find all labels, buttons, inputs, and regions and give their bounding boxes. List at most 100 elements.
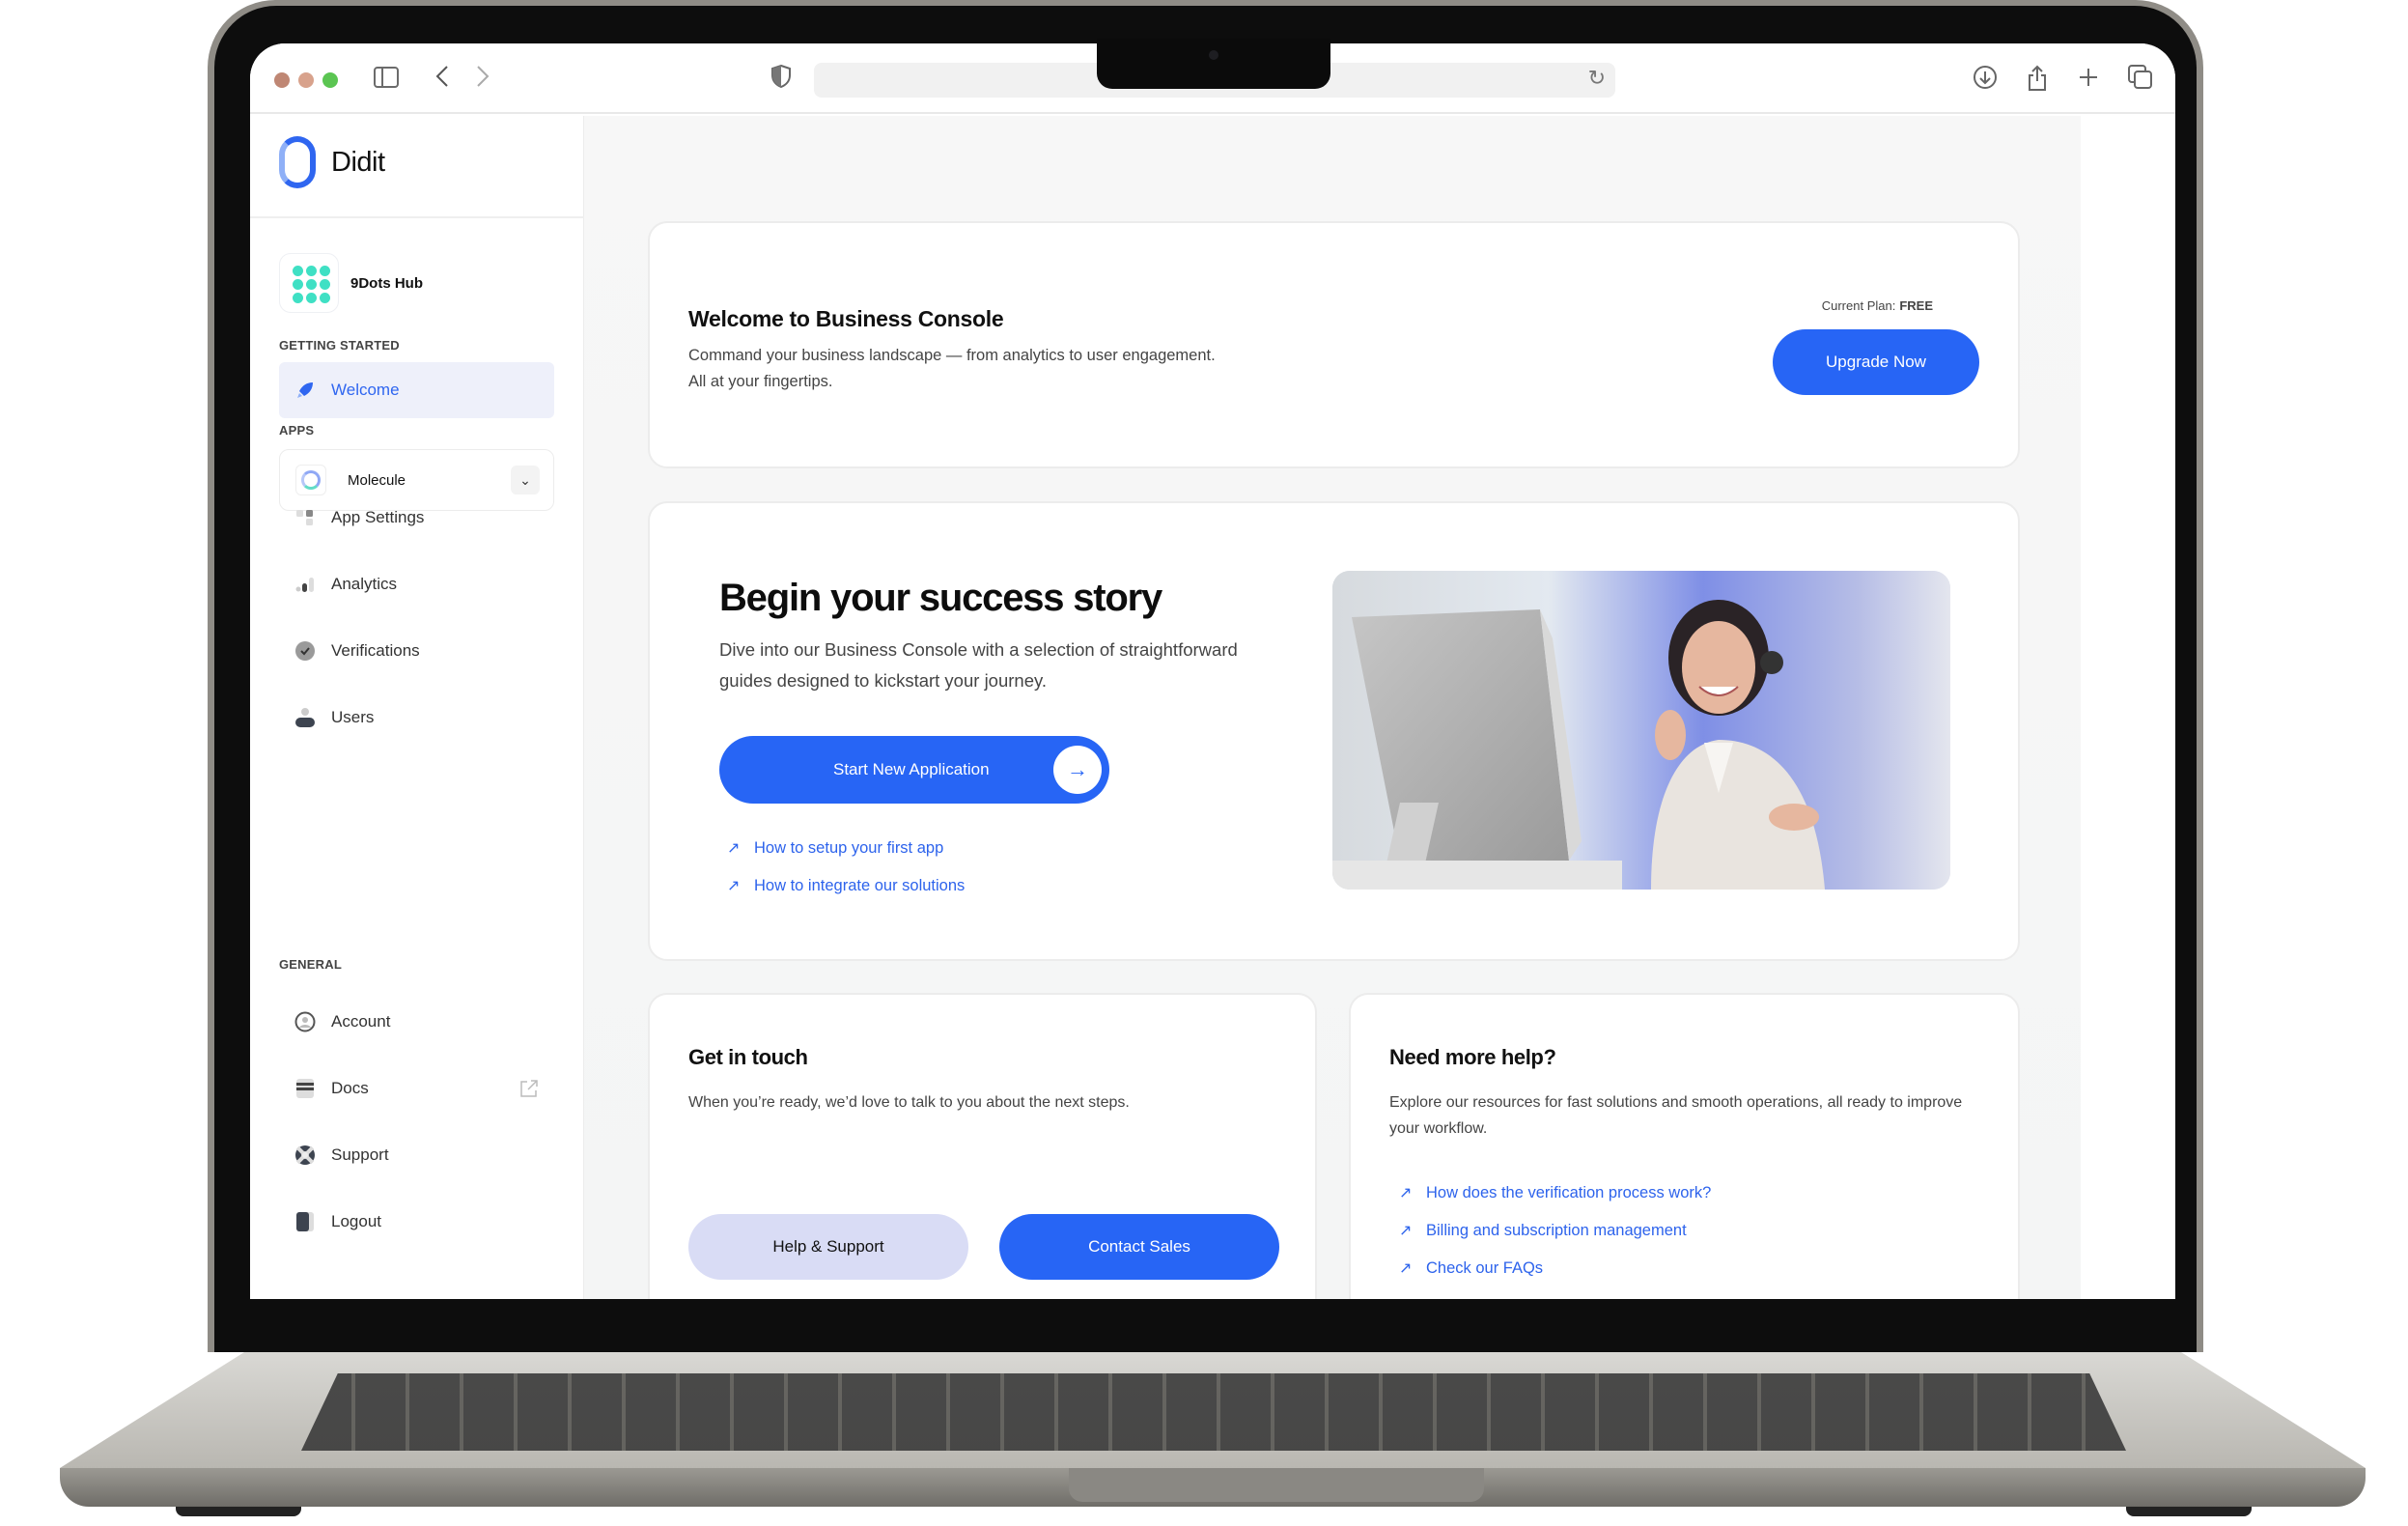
support-agent-illustration	[1332, 571, 1950, 890]
section-label-general: GENERAL	[279, 957, 342, 972]
success-description: Dive into our Business Console with a se…	[719, 639, 1238, 691]
downloads-icon[interactable]	[1973, 65, 1998, 96]
sidebar-item-users[interactable]: Users	[279, 690, 554, 746]
link-label: Check our FAQs	[1426, 1258, 1544, 1277]
brand-logo[interactable]: Didit	[279, 135, 385, 189]
close-window-button[interactable]	[274, 72, 290, 88]
arrow-up-right-icon: ↗	[1399, 1185, 1413, 1201]
sidebar-item-docs[interactable]: Docs	[279, 1060, 554, 1116]
app-settings-icon	[294, 507, 316, 528]
arrow-up-right-icon: ↗	[1399, 1223, 1413, 1239]
get-in-touch-description: When you’re ready, we’d love to talk to …	[688, 1094, 1130, 1111]
link-label: How does the verification process work?	[1426, 1183, 1712, 1201]
tab-overview-icon[interactable]	[2128, 65, 2153, 96]
help-link-faqs[interactable]: ↗ Check our FAQs	[1399, 1258, 1543, 1278]
user-icon	[294, 707, 316, 728]
rocket-icon	[294, 380, 316, 401]
link-label: Billing and subscription management	[1426, 1221, 1687, 1239]
need-more-help-title: Need more help?	[1389, 1045, 1556, 1069]
app-selector-value: Molecule	[348, 471, 406, 489]
sidebar-item-logout[interactable]: Logout	[279, 1194, 554, 1250]
sidebar: Didit 9Dots Hub GETTING STARTED Welcome …	[250, 116, 584, 1299]
help-support-button[interactable]: Help & Support	[688, 1214, 968, 1280]
analytics-icon	[294, 574, 316, 595]
sidebar-item-account[interactable]: Account	[279, 994, 554, 1050]
welcome-title: Welcome to Business Console	[688, 306, 1004, 331]
section-label-apps: APPS	[279, 423, 315, 438]
need-more-help-description: Explore our resources for fast solutions…	[1389, 1094, 1963, 1137]
get-in-touch-card: Get in touch When you’re ready, we’d lov…	[648, 993, 1317, 1299]
account-circle-icon	[294, 1011, 316, 1032]
current-plan: Current Plan: FREE	[1822, 298, 1933, 313]
zoom-window-button[interactable]	[322, 72, 338, 88]
organization-logo-icon	[279, 253, 339, 313]
sidebar-toggle-icon[interactable]	[374, 65, 399, 94]
link-label: How to setup your first app	[754, 838, 944, 857]
laptop-foot	[176, 1507, 301, 1516]
divider	[250, 216, 584, 218]
reload-icon[interactable]: ↻	[1588, 66, 1606, 91]
verified-badge-icon	[294, 640, 316, 662]
camera-icon	[1209, 50, 1218, 60]
laptop-base	[60, 1352, 2366, 1521]
arrow-up-right-icon: ↗	[727, 840, 741, 857]
start-new-application-label: Start New Application	[833, 760, 990, 778]
keyboard	[301, 1373, 2126, 1451]
welcome-card: Welcome to Business Console Command your…	[648, 221, 2020, 468]
sidebar-item-label: App Settings	[331, 508, 425, 526]
help-link-verification[interactable]: ↗ How does the verification process work…	[1399, 1183, 1711, 1202]
lifebuoy-icon	[294, 1144, 316, 1166]
organization-name: 9Dots Hub	[350, 274, 423, 292]
start-new-application-button[interactable]: Start New Application →	[719, 736, 1109, 804]
new-tab-icon[interactable]	[2078, 65, 2099, 94]
link-label: How to integrate our solutions	[754, 876, 966, 894]
sidebar-item-verifications[interactable]: Verifications	[279, 623, 554, 679]
sidebar-item-label: Analytics	[331, 575, 398, 593]
arrow-up-right-icon: ↗	[727, 878, 741, 894]
minimize-window-button[interactable]	[298, 72, 314, 88]
sidebar-item-label: Welcome	[331, 381, 400, 399]
forward-icon[interactable]	[476, 65, 490, 94]
upgrade-now-button[interactable]: Upgrade Now	[1773, 329, 1979, 395]
share-icon[interactable]	[2027, 65, 2048, 98]
arrow-right-icon: →	[1053, 746, 1102, 794]
welcome-description-line: Command your business landscape — from a…	[688, 347, 1216, 364]
logout-icon	[294, 1211, 316, 1232]
privacy-shield-icon[interactable]	[771, 64, 791, 94]
camera-notch	[1097, 39, 1330, 89]
sidebar-item-support[interactable]: Support	[279, 1127, 554, 1183]
support-agent-image	[1332, 571, 1950, 890]
didit-logo-icon	[279, 136, 316, 188]
back-icon[interactable]	[435, 65, 449, 94]
external-link-icon	[519, 1079, 539, 1098]
sidebar-item-label: Support	[331, 1145, 389, 1164]
plan-value-badge: FREE	[1899, 298, 1933, 313]
sidebar-item-welcome[interactable]: Welcome	[279, 362, 554, 418]
sidebar-item-label: Docs	[331, 1079, 369, 1097]
help-link-billing[interactable]: ↗ Billing and subscription management	[1399, 1221, 1687, 1240]
sidebar-item-app-settings[interactable]: App Settings	[279, 490, 554, 546]
success-story-card: Begin your success story Dive into our B…	[648, 501, 2020, 961]
sidebar-item-label: Logout	[331, 1212, 381, 1230]
guide-link-setup[interactable]: ↗ How to setup your first app	[727, 838, 943, 858]
sidebar-item-label: Verifications	[331, 641, 420, 660]
laptop-screen: ↻ Didit 9Dots Hub GETTING STARTED Welcom…	[250, 43, 2175, 1299]
arrow-up-right-icon: ↗	[1399, 1260, 1413, 1277]
brand-name: Didit	[331, 146, 385, 178]
contact-sales-button[interactable]: Contact Sales	[999, 1214, 1279, 1280]
laptop-foot	[2126, 1507, 2252, 1516]
sidebar-item-analytics[interactable]: Analytics	[279, 556, 554, 612]
organization-switcher[interactable]: 9Dots Hub	[279, 253, 423, 313]
sidebar-item-label: Account	[331, 1012, 391, 1031]
section-label-getting-started: GETTING STARTED	[279, 338, 400, 353]
lid-opening-notch	[1069, 1468, 1484, 1502]
docs-icon	[294, 1078, 316, 1099]
need-more-help-card: Need more help? Explore our resources fo…	[1349, 993, 2020, 1299]
sidebar-item-label: Users	[331, 708, 375, 726]
main-content: Welcome to Business Console Command your…	[584, 116, 2081, 1299]
welcome-description-line: All at your fingertips.	[688, 373, 833, 390]
plan-label: Current Plan:	[1821, 298, 1896, 313]
guide-link-integrate[interactable]: ↗ How to integrate our solutions	[727, 876, 965, 895]
welcome-description: Command your business landscape — from a…	[688, 343, 1306, 395]
get-in-touch-title: Get in touch	[688, 1045, 808, 1069]
